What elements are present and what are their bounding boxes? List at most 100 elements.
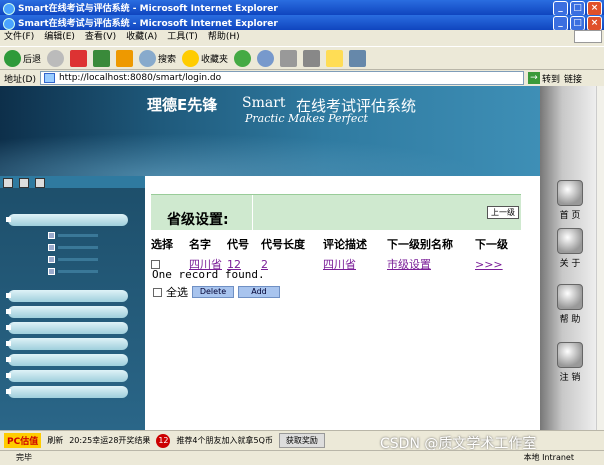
nav-group[interactable] <box>6 290 128 302</box>
history-icon[interactable] <box>234 49 252 67</box>
toolbar: 后退 搜索 收藏夹 <box>0 46 604 70</box>
record-count: One record found. <box>152 268 265 281</box>
banner: 理德E先锋 Smart 在线考试评估系统 Practic Makes Perfe… <box>0 86 540 176</box>
logout-link[interactable]: 注 销 <box>552 342 588 383</box>
up-level-button[interactable]: 上一级 <box>487 206 519 219</box>
star-icon <box>182 49 200 67</box>
close-button[interactable]: × <box>587 16 602 31</box>
help-link[interactable]: 帮 助 <box>552 284 588 325</box>
address-label: 地址(D) <box>4 74 36 85</box>
col-select: 选择 <box>151 238 173 251</box>
search-icon <box>139 49 157 67</box>
links-button[interactable]: 链接 <box>564 72 582 85</box>
get-reward-button[interactable]: 获取奖励 <box>278 433 325 448</box>
about-link[interactable]: 关 于 <box>552 228 588 269</box>
restore-button[interactable]: □ <box>570 16 585 31</box>
address-input[interactable]: http://localhost:8080/smart/login.do <box>39 71 524 85</box>
col-next-level-name: 下一级别名称 <box>387 238 453 251</box>
books-icon <box>557 180 583 206</box>
nav-group[interactable] <box>6 322 128 334</box>
nav-group[interactable] <box>6 354 128 366</box>
phone-icon <box>557 284 583 310</box>
nav-subitem[interactable] <box>48 266 118 275</box>
outer-window-title: Smart在线考试与评估系统 - Microsoft Internet Expl… <box>18 4 278 14</box>
nav-group[interactable] <box>6 338 128 350</box>
edit-icon[interactable] <box>303 49 321 67</box>
panel-header: 省级设置: <box>151 194 521 231</box>
table-actions: 全选 Delete Add <box>153 284 280 300</box>
menu-help[interactable]: 帮助(H) <box>208 30 240 45</box>
nav-group[interactable] <box>6 370 128 382</box>
nav-toggle-icon[interactable] <box>19 178 29 188</box>
col-next: 下一级 <box>475 238 508 251</box>
page-title: 省级设置: <box>167 212 229 228</box>
refresh-icon[interactable] <box>93 49 111 67</box>
vertical-scrollbar[interactable] <box>596 86 604 430</box>
page-icon <box>43 73 55 83</box>
nav-subitem[interactable] <box>48 254 118 263</box>
status-bar: 完毕 本地 Intranet <box>0 450 604 465</box>
ie-logo-icon <box>3 3 15 15</box>
add-button[interactable]: Add <box>238 286 280 298</box>
home-icon[interactable] <box>116 49 134 67</box>
nav-subitem[interactable] <box>48 230 118 239</box>
menu-view[interactable]: 查看(V) <box>85 30 116 45</box>
select-all-label: 全选 <box>166 286 188 299</box>
back-arrow-icon <box>4 49 21 67</box>
select-all-checkbox[interactable] <box>153 287 162 297</box>
nav-group[interactable] <box>6 386 128 398</box>
nav-toggle-icon[interactable] <box>35 178 45 188</box>
go-button[interactable]: → 转到 <box>527 72 560 85</box>
news-link[interactable]: 20:25幸运28开奖结果 <box>69 435 150 446</box>
nav-group[interactable] <box>6 306 128 318</box>
address-bar: 地址(D) http://localhost:8080/smart/login.… <box>0 70 604 86</box>
menu-favorites[interactable]: 收藏(A) <box>126 30 157 45</box>
row-next-link[interactable]: >>> <box>475 258 503 271</box>
menu-bar: 文件(F) 编辑(E) 查看(V) 收藏(A) 工具(T) 帮助(H) <box>0 30 604 45</box>
banner-product: Smart <box>242 95 286 111</box>
maximize-button[interactable]: □ <box>570 1 585 16</box>
col-description: 评论描述 <box>323 238 367 251</box>
stop-icon[interactable] <box>70 49 88 67</box>
ie-window: Smart在线考试与评估系统 - Microsoft Internet Expl… <box>0 0 604 465</box>
mail-icon[interactable] <box>257 49 275 67</box>
banner-decoration <box>0 126 540 176</box>
col-code: 代号 <box>227 238 249 251</box>
page-content: 理德E先锋 Smart 在线考试评估系统 Practic Makes Perfe… <box>0 86 596 430</box>
pc-link[interactable]: PC估值 <box>4 433 42 448</box>
row-description-link[interactable]: 四川省 <box>323 258 356 271</box>
status-text: 完毕 <box>16 453 32 462</box>
favorites-button[interactable]: 收藏夹 <box>182 49 228 67</box>
refresh-link[interactable]: 刷新 <box>47 435 63 446</box>
banner-brand: 理德E先锋 <box>147 96 218 114</box>
nav-subitem[interactable] <box>48 242 118 251</box>
left-nav <box>0 176 145 430</box>
right-nav: 首 页 关 于 帮 助 注 销 <box>540 86 596 430</box>
minimize-button[interactable]: _ <box>553 1 568 16</box>
minimize-button[interactable]: _ <box>553 16 568 31</box>
messenger-icon[interactable] <box>349 49 367 67</box>
go-arrow-icon: → <box>527 72 540 84</box>
home-link[interactable]: 首 页 <box>552 180 588 221</box>
menu-tools[interactable]: 工具(T) <box>167 30 198 45</box>
nav-toggle-icon[interactable] <box>3 178 13 188</box>
security-zone: 本地 Intranet <box>523 453 574 462</box>
menu-file[interactable]: 文件(F) <box>4 30 34 45</box>
search-button[interactable]: 搜索 <box>139 49 176 67</box>
folder-icon[interactable] <box>326 49 344 67</box>
close-button[interactable]: × <box>587 1 602 16</box>
print-icon[interactable] <box>280 49 298 67</box>
windows-logo-icon <box>574 30 602 43</box>
banner-slogan: Practic Makes Perfect <box>245 112 368 125</box>
delete-button[interactable]: Delete <box>192 286 234 298</box>
back-button[interactable]: 后退 <box>4 49 41 67</box>
col-code-length: 代号长度 <box>261 238 305 251</box>
menu-edit[interactable]: 编辑(E) <box>44 30 75 45</box>
table-header-row: 选择 名字 代号 代号长度 评论描述 下一级别名称 下一级 <box>151 234 519 254</box>
nav-group[interactable] <box>6 214 128 226</box>
promo-link[interactable]: 推荐4个朋友加入就拿5Q币 <box>176 435 272 446</box>
row-next-level-name-link[interactable]: 市级设置 <box>387 258 431 271</box>
forward-button[interactable] <box>47 49 65 67</box>
box-icon <box>557 342 583 368</box>
ie-logo-icon <box>3 18 15 30</box>
